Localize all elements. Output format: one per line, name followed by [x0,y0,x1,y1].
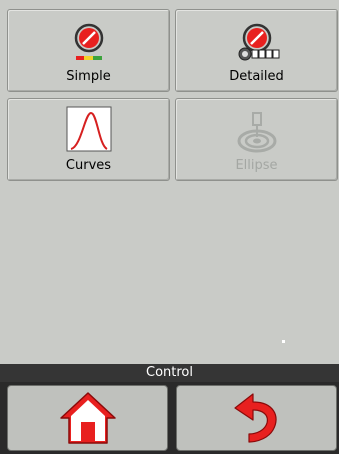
simple-button[interactable]: Simple [7,9,170,92]
cursor-dot [282,340,285,343]
detailed-label: Detailed [229,69,284,84]
detailed-button[interactable]: Detailed [175,9,338,92]
gauge-detailed-icon [238,23,279,61]
curve-chart-icon [66,106,111,152]
page-title: Control [0,364,339,382]
back-button[interactable] [176,385,337,451]
control-screen: Simple Detailed Curves Ellipse Control [0,0,339,454]
curves-button[interactable]: Curves [7,98,170,181]
ellipse-target-icon [237,112,276,153]
home-icon [59,392,116,444]
back-arrow-icon [233,393,277,443]
simple-label: Simple [66,69,111,84]
gauge-icon [74,23,103,60]
ellipse-label: Ellipse [235,158,278,173]
home-button[interactable] [7,385,168,451]
ellipse-button: Ellipse [175,98,338,181]
curves-label: Curves [65,158,112,173]
